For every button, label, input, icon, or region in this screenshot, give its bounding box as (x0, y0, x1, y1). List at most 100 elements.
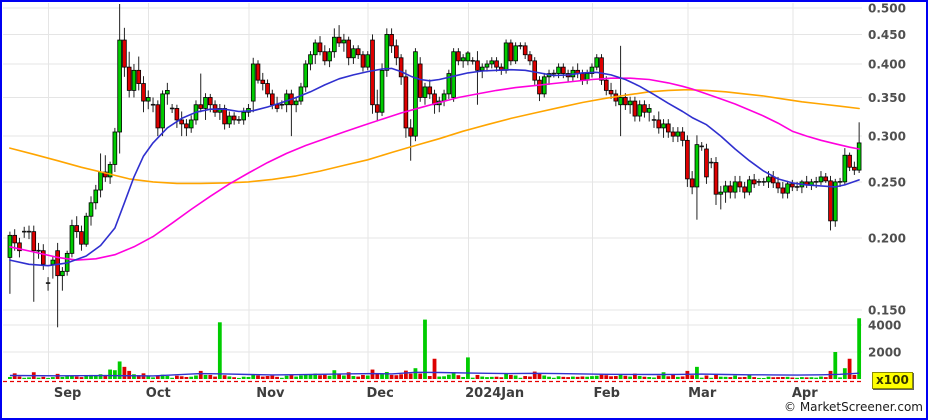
doji-dash (151, 104, 155, 106)
candle-body (504, 43, 508, 70)
volume-bar (318, 375, 322, 379)
candle-body (476, 61, 480, 70)
volume-bar (352, 376, 356, 379)
candle-body (371, 40, 375, 105)
candle-body (380, 70, 384, 112)
doji-dash (280, 104, 284, 106)
candle-body (514, 46, 518, 61)
volume-bar (514, 375, 518, 379)
candle-body (223, 108, 227, 123)
volume-bar (652, 378, 656, 379)
volume-bar (838, 377, 842, 379)
volume-bar (643, 377, 647, 379)
volume-bar (18, 377, 22, 379)
volume-tick-label: 4000 (868, 319, 901, 333)
candle-body (242, 112, 246, 120)
volume-bar (437, 377, 441, 379)
volume-bar (776, 377, 780, 379)
volume-bar (786, 377, 790, 379)
volume-bar (585, 377, 589, 379)
candle-body (690, 179, 694, 187)
candle-body (638, 105, 642, 116)
candle-body (99, 172, 103, 190)
volume-bar (232, 377, 236, 379)
candle-body (270, 94, 274, 105)
candle-body (633, 101, 637, 116)
volume-bar (824, 377, 828, 379)
volume-bar (146, 376, 150, 379)
volume-bar (309, 375, 313, 379)
doji-dash (22, 231, 26, 233)
volume-bar (80, 377, 84, 379)
candle-body (719, 192, 723, 194)
stock-chart-container: 0.5000.4500.4000.3500.3000.2500.2000.150… (0, 0, 928, 420)
volume-bar (433, 359, 437, 379)
volume-bar (523, 376, 527, 379)
candlestick-volume-chart: 0.5000.4500.4000.3500.3000.2500.2000.150… (0, 0, 928, 420)
candle-body (676, 132, 680, 136)
volume-bar (852, 375, 856, 379)
candle-body (733, 182, 737, 192)
price-tick-label: 0.150 (868, 304, 906, 318)
volume-bar (213, 377, 217, 379)
doji-dash (170, 108, 174, 110)
candle-body (509, 43, 513, 61)
volume-bar (385, 372, 389, 379)
candle-body (852, 167, 856, 170)
candle-body (776, 183, 780, 188)
volume-bar (423, 320, 427, 379)
candle-body (790, 184, 794, 187)
volume-bar (581, 376, 585, 379)
doji-dash (518, 45, 522, 47)
volume-bar (666, 376, 670, 379)
candle-body (123, 40, 127, 67)
candle-body (466, 53, 470, 61)
candle-body (528, 55, 532, 61)
volume-bar (571, 377, 575, 379)
volume-bar (752, 377, 756, 379)
candle-body (180, 120, 184, 124)
candle-body (208, 97, 212, 104)
volume-bar (471, 378, 475, 379)
volume-bar (738, 377, 742, 379)
candle-body (94, 190, 98, 203)
month-label: 2024Jan (465, 386, 524, 401)
volume-bar (767, 377, 771, 379)
volume-bar (733, 376, 737, 379)
volume-bar (771, 377, 775, 379)
volume-bar (113, 370, 117, 379)
candle-body (275, 105, 279, 109)
candle-body (185, 124, 189, 128)
candle-body (418, 64, 422, 97)
doji-dash (757, 181, 761, 183)
volume-bar (662, 372, 666, 379)
volume-bar (285, 376, 289, 379)
candle-body (595, 58, 599, 67)
volume-bar (127, 371, 131, 379)
volume-bar (270, 376, 274, 379)
doji-dash (237, 119, 241, 121)
candle-body (142, 84, 146, 102)
price-tick-label: 0.450 (868, 28, 906, 42)
candle-body (366, 55, 370, 67)
candle-body (375, 105, 379, 112)
volume-bar (418, 374, 422, 379)
volume-bar (719, 377, 723, 379)
doji-dash (27, 231, 31, 233)
candle-body (84, 216, 88, 244)
volume-bar (790, 378, 794, 379)
candle-body (685, 140, 689, 179)
volume-bar (361, 375, 365, 379)
volume-bar (728, 377, 732, 379)
candle-body (60, 271, 64, 275)
volume-bar (199, 371, 203, 379)
candle-body (347, 40, 351, 58)
volume-bar (504, 374, 508, 379)
volume-bar (676, 377, 680, 379)
volume-multiplier-badge: x100 (872, 372, 913, 389)
candle-body (538, 80, 542, 94)
volume-bar (638, 376, 642, 379)
volume-bar (165, 376, 169, 379)
candle-body (600, 58, 604, 80)
candle-body (423, 87, 427, 98)
